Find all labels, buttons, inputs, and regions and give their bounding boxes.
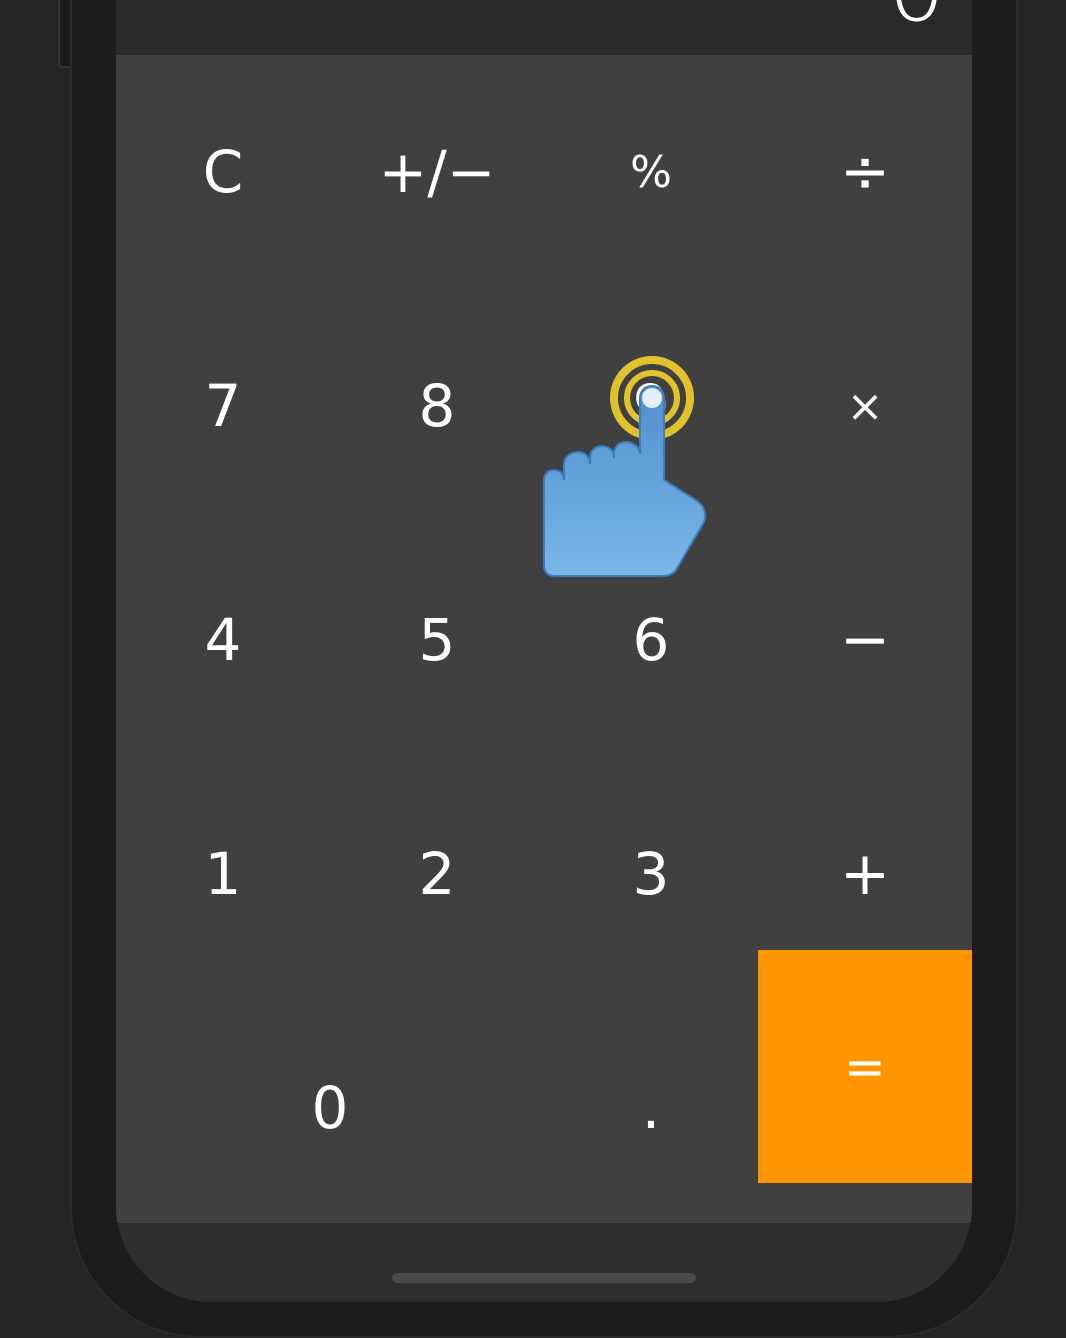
keypad: C +/− % ÷ 7 8 9 × 4 5 6 − 1 2 3 + 0 . = — [116, 55, 972, 1223]
key-eight[interactable]: 8 — [330, 289, 544, 523]
key-nine[interactable]: 9 — [544, 289, 758, 523]
key-multiply[interactable]: × — [758, 289, 972, 523]
key-negate[interactable]: +/− — [330, 55, 544, 289]
display-panel: 0 — [116, 0, 972, 55]
key-clear[interactable]: C — [116, 55, 330, 289]
home-indicator[interactable] — [392, 1273, 696, 1283]
key-percent[interactable]: % — [544, 55, 758, 289]
display-value: 0 — [887, 0, 946, 35]
home-area — [116, 1223, 972, 1302]
key-seven[interactable]: 7 — [116, 289, 330, 523]
key-six[interactable]: 6 — [544, 523, 758, 757]
key-four[interactable]: 4 — [116, 523, 330, 757]
key-three[interactable]: 3 — [544, 757, 758, 991]
key-decimal[interactable]: . — [544, 991, 758, 1225]
key-one[interactable]: 1 — [116, 757, 330, 991]
key-five[interactable]: 5 — [330, 523, 544, 757]
key-zero[interactable]: 0 — [116, 991, 544, 1225]
calculator-screen: 0 C +/− % ÷ 7 8 9 × 4 5 6 − 1 2 3 + 0 . — [116, 0, 972, 1302]
key-divide[interactable]: ÷ — [758, 55, 972, 289]
key-subtract[interactable]: − — [758, 523, 972, 757]
key-two[interactable]: 2 — [330, 757, 544, 991]
key-equals[interactable]: = — [758, 950, 972, 1183]
stage: 0 C +/− % ÷ 7 8 9 × 4 5 6 − 1 2 3 + 0 . — [0, 0, 1066, 1338]
